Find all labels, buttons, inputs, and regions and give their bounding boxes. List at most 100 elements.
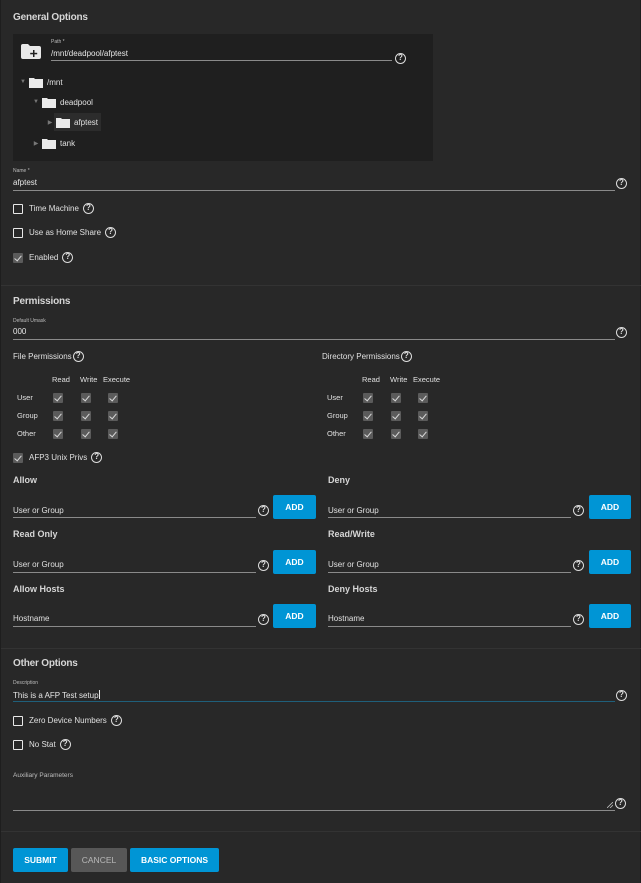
help-icon[interactable]: ? [105, 227, 117, 238]
file-user-execute-checkbox[interactable] [108, 393, 118, 403]
read-write-title: Read/Write [328, 529, 375, 539]
deny-input[interactable]: User or Group [328, 506, 379, 515]
path-help-icon[interactable]: ? [395, 53, 406, 64]
cancel-button[interactable]: CANCEL [71, 848, 127, 872]
read-write-add-button[interactable]: ADD [589, 550, 631, 574]
afp3-unix-privs-checkbox[interactable]: AFP3 Unix Privs ? [13, 452, 103, 463]
aux-params-help-icon[interactable]: ? [615, 798, 626, 809]
permission-row-label: Other [17, 429, 36, 438]
allow-hosts-add-button[interactable]: ADD [273, 604, 316, 628]
resize-handle-icon[interactable] [607, 802, 613, 808]
home-share-checkbox[interactable]: Use as Home Share ? [13, 227, 117, 238]
caret-down-icon[interactable]: ▼ [19, 79, 27, 85]
read-write-input[interactable]: User or Group [328, 560, 379, 569]
allow-hosts-help-icon[interactable]: ? [258, 614, 269, 625]
umask-help-icon[interactable]: ? [616, 327, 627, 338]
directory-other-write-checkbox[interactable] [391, 429, 401, 439]
section-divider [1, 285, 641, 286]
description-value: This is a AFP Test setup [13, 691, 99, 700]
checkbox-label: Time Machine [29, 204, 79, 213]
file-other-execute-checkbox[interactable] [108, 429, 118, 439]
help-icon[interactable]: ? [62, 252, 74, 263]
tree-label: deadpool [60, 97, 93, 107]
file-other-read-checkbox[interactable] [53, 429, 63, 439]
checkbox-box[interactable] [13, 227, 23, 238]
permissions-title: Permissions [13, 296, 71, 307]
deny-hosts-help-icon[interactable]: ? [573, 614, 584, 625]
help-icon[interactable]: ? [72, 351, 84, 362]
umask-input[interactable]: 000 [13, 327, 26, 336]
checkbox-box[interactable] [13, 452, 23, 463]
allow-hosts-input[interactable]: Hostname [13, 614, 49, 623]
path-input[interactable]: /mnt/deadpool/afptest [51, 49, 128, 58]
file-user-read-checkbox[interactable] [53, 393, 63, 403]
tree-node-deadpool[interactable]: ▼ deadpool [32, 95, 93, 109]
read-only-add-button[interactable]: ADD [273, 550, 316, 574]
allow-hosts-title: Allow Hosts [13, 584, 65, 594]
name-input[interactable]: afptest [13, 178, 37, 187]
checkbox-box[interactable] [13, 252, 23, 263]
checkbox-label: Enabled [29, 253, 59, 262]
deny-hosts-input[interactable]: Hostname [328, 614, 364, 623]
read-only-input[interactable]: User or Group [13, 560, 64, 569]
checkbox-box[interactable] [13, 715, 23, 726]
other-options-title: Other Options [13, 658, 78, 669]
checkbox-box[interactable] [13, 739, 23, 750]
help-icon[interactable]: ? [110, 715, 122, 726]
aux-params-underline [13, 810, 615, 811]
deny-help-icon[interactable]: ? [573, 505, 584, 516]
enabled-checkbox[interactable]: Enabled ? [13, 252, 74, 263]
help-icon[interactable]: ? [59, 739, 71, 750]
aux-params-textarea[interactable] [13, 782, 615, 810]
caret-right-icon[interactable]: ▶ [32, 140, 40, 147]
description-label: Description [13, 680, 39, 686]
name-help-icon[interactable]: ? [616, 178, 627, 189]
description-input[interactable]: This is a AFP Test setup [13, 690, 100, 700]
tree-node-tank[interactable]: ▶ tank [32, 136, 75, 150]
directory-other-execute-checkbox[interactable] [418, 429, 428, 439]
description-help-icon[interactable]: ? [616, 690, 627, 701]
tree-node-mnt[interactable]: ▼ /mnt [19, 75, 63, 89]
directory-group-write-checkbox[interactable] [391, 411, 401, 421]
directory-group-execute-checkbox[interactable] [418, 411, 428, 421]
permission-row-label: Group [17, 411, 38, 420]
checkbox-label: Zero Device Numbers [29, 716, 107, 725]
allow-add-button[interactable]: ADD [273, 495, 316, 519]
checkbox-box[interactable] [13, 203, 23, 214]
allow-input[interactable]: User or Group [13, 506, 64, 515]
help-icon[interactable]: ? [400, 351, 412, 362]
allow-help-icon[interactable]: ? [258, 505, 269, 516]
file-group-write-checkbox[interactable] [81, 411, 91, 421]
deny-add-button[interactable]: ADD [589, 495, 631, 519]
tree-node-afptest[interactable]: ▶ afptest [46, 113, 102, 131]
name-underline [13, 190, 615, 191]
path-explorer: Path * /mnt/deadpool/afptest ? ▼ /mnt ▼ … [13, 34, 433, 161]
read-only-title: Read Only [13, 529, 58, 539]
permission-row-label: User [17, 393, 33, 402]
directory-user-execute-checkbox[interactable] [418, 393, 428, 403]
time-machine-checkbox[interactable]: Time Machine ? [13, 203, 94, 214]
directory-other-read-checkbox[interactable] [363, 429, 373, 439]
basic-options-button[interactable]: BASIC OPTIONS [130, 848, 219, 872]
file-other-write-checkbox[interactable] [81, 429, 91, 439]
file-group-read-checkbox[interactable] [53, 411, 63, 421]
directory-user-write-checkbox[interactable] [391, 393, 401, 403]
file-user-write-checkbox[interactable] [81, 393, 91, 403]
no-stat-checkbox[interactable]: No Stat ? [13, 739, 71, 750]
directory-permissions-title: Directory Permissions ? [322, 351, 412, 362]
help-icon[interactable]: ? [82, 203, 94, 214]
submit-button[interactable]: SUBMIT [13, 848, 68, 872]
caret-down-icon[interactable]: ▼ [32, 99, 40, 105]
directory-group-read-checkbox[interactable] [363, 411, 373, 421]
caret-right-icon[interactable]: ▶ [46, 119, 54, 126]
checkbox-label: AFP3 Unix Privs [29, 453, 88, 462]
help-icon[interactable]: ? [91, 452, 103, 463]
zero-device-numbers-checkbox[interactable]: Zero Device Numbers ? [13, 715, 122, 726]
add-folder-button[interactable] [20, 43, 42, 60]
read-only-help-icon[interactable]: ? [258, 560, 269, 571]
deny-title: Deny [328, 475, 351, 485]
deny-hosts-add-button[interactable]: ADD [589, 604, 631, 628]
file-group-execute-checkbox[interactable] [108, 411, 118, 421]
directory-user-read-checkbox[interactable] [363, 393, 373, 403]
read-write-help-icon[interactable]: ? [573, 560, 584, 571]
